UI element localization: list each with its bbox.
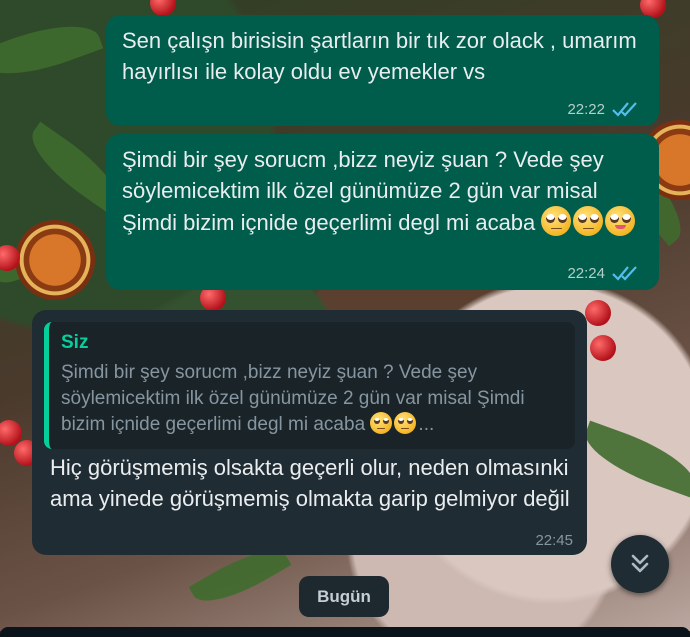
message-time: 22:45: [535, 532, 573, 549]
double-chevron-down-icon: [631, 554, 649, 573]
face-with-rolling-eyes-icon: [541, 206, 572, 236]
input-bar: [0, 627, 690, 637]
quote-text: Şimdi bir şey sorucm ,bizz neyiz şuan ? …: [61, 360, 563, 438]
message-bubble-outgoing[interactable]: Şimdi bir şey sorucm ,bizz neyiz şuan ? …: [106, 134, 659, 290]
face-with-rolling-eyes-icon: [370, 412, 393, 434]
scroll-to-bottom-button[interactable]: [611, 535, 669, 593]
quote-author: Siz: [61, 332, 89, 353]
message-text: Şimdi bir şey sorucm ,bizz neyiz şuan ? …: [122, 144, 643, 238]
quote-text-body: Şimdi bir şey sorucm ,bizz neyiz şuan ? …: [61, 362, 525, 435]
message-text: Sen çalışn birisisin şartların bir tık z…: [122, 28, 637, 84]
quoted-message[interactable]: Siz Şimdi bir şey sorucm ,bizz neyiz şua…: [44, 322, 575, 449]
message-time: 22:24: [567, 264, 605, 282]
message-text: Hiç görüşmemiş olsakta geçerli olur, ned…: [50, 455, 570, 511]
message-bubble-incoming[interactable]: Siz Şimdi bir şey sorucm ,bizz neyiz şua…: [32, 310, 587, 555]
message-meta: 22:45: [535, 532, 573, 549]
date-separator: Bugün: [299, 576, 389, 617]
quote-ellipsis: ...: [418, 414, 435, 435]
message-meta: 22:24: [567, 264, 641, 282]
face-with-rolling-eyes-icon: [573, 206, 604, 236]
face-with-rolling-eyes-icon: [394, 412, 417, 434]
message-bubble-outgoing[interactable]: Sen çalışn birisisin şartların bir tık z…: [106, 15, 659, 126]
double-check-icon: [612, 266, 637, 281]
zany-face-icon: [605, 206, 636, 236]
message-text-body: Şimdi bir şey sorucm ,bizz neyiz şuan ? …: [122, 147, 604, 235]
message-time: 22:22: [567, 100, 605, 118]
double-check-icon: [612, 102, 637, 117]
message-meta: 22:22: [567, 100, 641, 118]
